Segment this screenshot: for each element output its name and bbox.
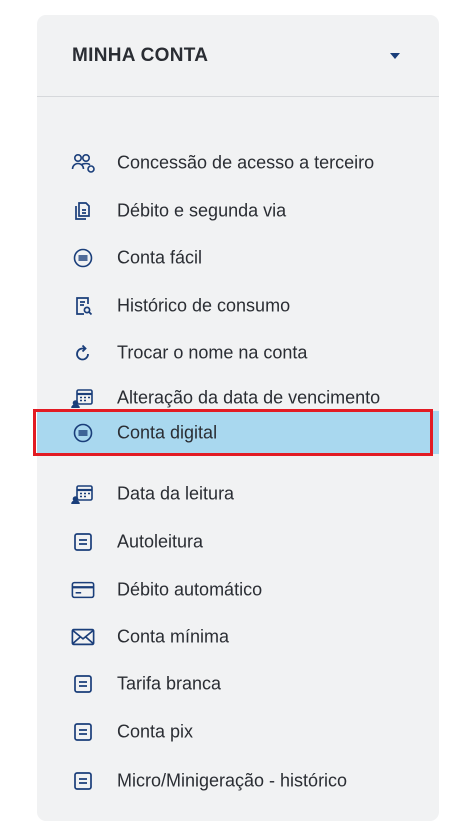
document-lines-icon — [71, 672, 95, 696]
document-search-icon — [71, 294, 95, 318]
calendar-user-icon — [71, 386, 95, 410]
document-lines-icon — [71, 720, 95, 744]
menu-item-label: Conta digital — [117, 422, 218, 442]
menu-item-label: Débito automático — [117, 579, 263, 600]
credit-card-icon — [71, 578, 95, 602]
menu-item-trocar-nome[interactable]: Trocar o nome na conta — [37, 335, 439, 371]
menu-item-label: Autoleitura — [117, 531, 204, 552]
menu-item-autoleitura[interactable]: Autoleitura — [37, 524, 439, 560]
round-list-icon — [71, 246, 95, 270]
menu-item-historico-consumo[interactable]: Histórico de consumo — [37, 288, 439, 324]
document-lines-icon — [71, 769, 95, 793]
menu-item-conta-digital[interactable]: Conta digital — [37, 411, 439, 454]
documents-icon — [71, 199, 95, 223]
menu-item-conta-facil[interactable]: Conta fácil — [37, 240, 439, 276]
menu-item-label: Data da leitura — [117, 483, 235, 504]
menu-item-concessao-acesso[interactable]: Concessão de acesso a terceiro — [37, 145, 439, 181]
menu-title: MINHA CONTA — [72, 45, 209, 66]
menu-item-label: Histórico de consumo — [117, 295, 291, 316]
users-icon — [71, 151, 95, 175]
menu-item-label: Conta pix — [117, 721, 194, 742]
menu-item-micro-minigeracao[interactable]: Micro/Minigeração - histórico — [37, 763, 439, 799]
document-lines-icon — [71, 530, 95, 554]
menu-item-label: Micro/Minigeração - histórico — [117, 770, 348, 791]
account-menu-card: MINHA CONTA Concessão de acesso a tercei… — [33, 15, 439, 821]
refresh-icon — [71, 341, 95, 365]
menu-header[interactable]: MINHA CONTA — [37, 15, 439, 97]
menu-item-conta-minima[interactable]: Conta mínima — [37, 619, 439, 655]
caret-down-icon[interactable] — [390, 53, 400, 59]
menu-item-debito-segunda-via[interactable]: Débito e segunda via — [37, 193, 439, 229]
menu-item-debito-automatico[interactable]: Débito automático — [37, 572, 439, 608]
menu-item-label: Débito e segunda via — [117, 200, 287, 221]
menu-item-label: Trocar o nome na conta — [117, 342, 308, 363]
menu-item-label: Tarifa branca — [117, 673, 222, 694]
calendar-user-icon — [71, 482, 95, 506]
menu-item-label: Conta fácil — [117, 247, 203, 268]
menu-item-conta-pix[interactable]: Conta pix — [37, 714, 439, 750]
menu-item-label: Conta mínima — [117, 626, 230, 647]
menu-item-tarifa-branca[interactable]: Tarifa branca — [37, 666, 439, 702]
round-list-icon — [71, 421, 95, 445]
menu-item-label: Concessão de acesso a terceiro — [117, 152, 375, 173]
menu-item-label: Alteração da data de vencimento — [117, 387, 381, 408]
envelope-icon — [71, 625, 95, 649]
menu-item-data-leitura[interactable]: Data da leitura — [37, 476, 439, 512]
